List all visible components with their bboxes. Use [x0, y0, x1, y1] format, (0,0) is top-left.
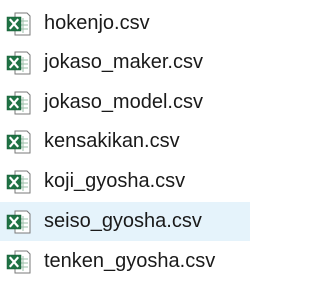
excel-csv-file-icon	[6, 249, 32, 275]
file-list: hokenjo.csv jokaso_maker.csv jokaso_mode…	[0, 0, 250, 295]
file-item-hokenjo[interactable]: hokenjo.csv	[0, 4, 250, 43]
excel-csv-file-icon	[6, 50, 32, 76]
file-name: hokenjo.csv	[44, 12, 150, 34]
file-item-jokaso-model[interactable]: jokaso_model.csv	[0, 83, 250, 122]
excel-csv-file-icon	[6, 129, 32, 155]
file-name: kensakikan.csv	[44, 130, 180, 152]
file-name: seiso_gyosha.csv	[44, 210, 202, 232]
file-item-kensakikan[interactable]: kensakikan.csv	[0, 122, 250, 161]
file-name: jokaso_model.csv	[44, 91, 203, 113]
file-name: koji_gyosha.csv	[44, 170, 186, 192]
file-item-jokaso-maker[interactable]: jokaso_maker.csv	[0, 43, 250, 82]
file-item-seiso-gyosha[interactable]: seiso_gyosha.csv	[0, 202, 250, 241]
file-name: jokaso_maker.csv	[44, 51, 203, 73]
file-item-koji-gyosha[interactable]: koji_gyosha.csv	[0, 162, 250, 201]
excel-csv-file-icon	[6, 90, 32, 116]
excel-csv-file-icon	[6, 169, 32, 195]
excel-csv-file-icon	[6, 209, 32, 235]
excel-csv-file-icon	[6, 11, 32, 37]
file-item-tenken-gyosha[interactable]: tenken_gyosha.csv	[0, 242, 250, 281]
file-name: tenken_gyosha.csv	[44, 250, 216, 272]
